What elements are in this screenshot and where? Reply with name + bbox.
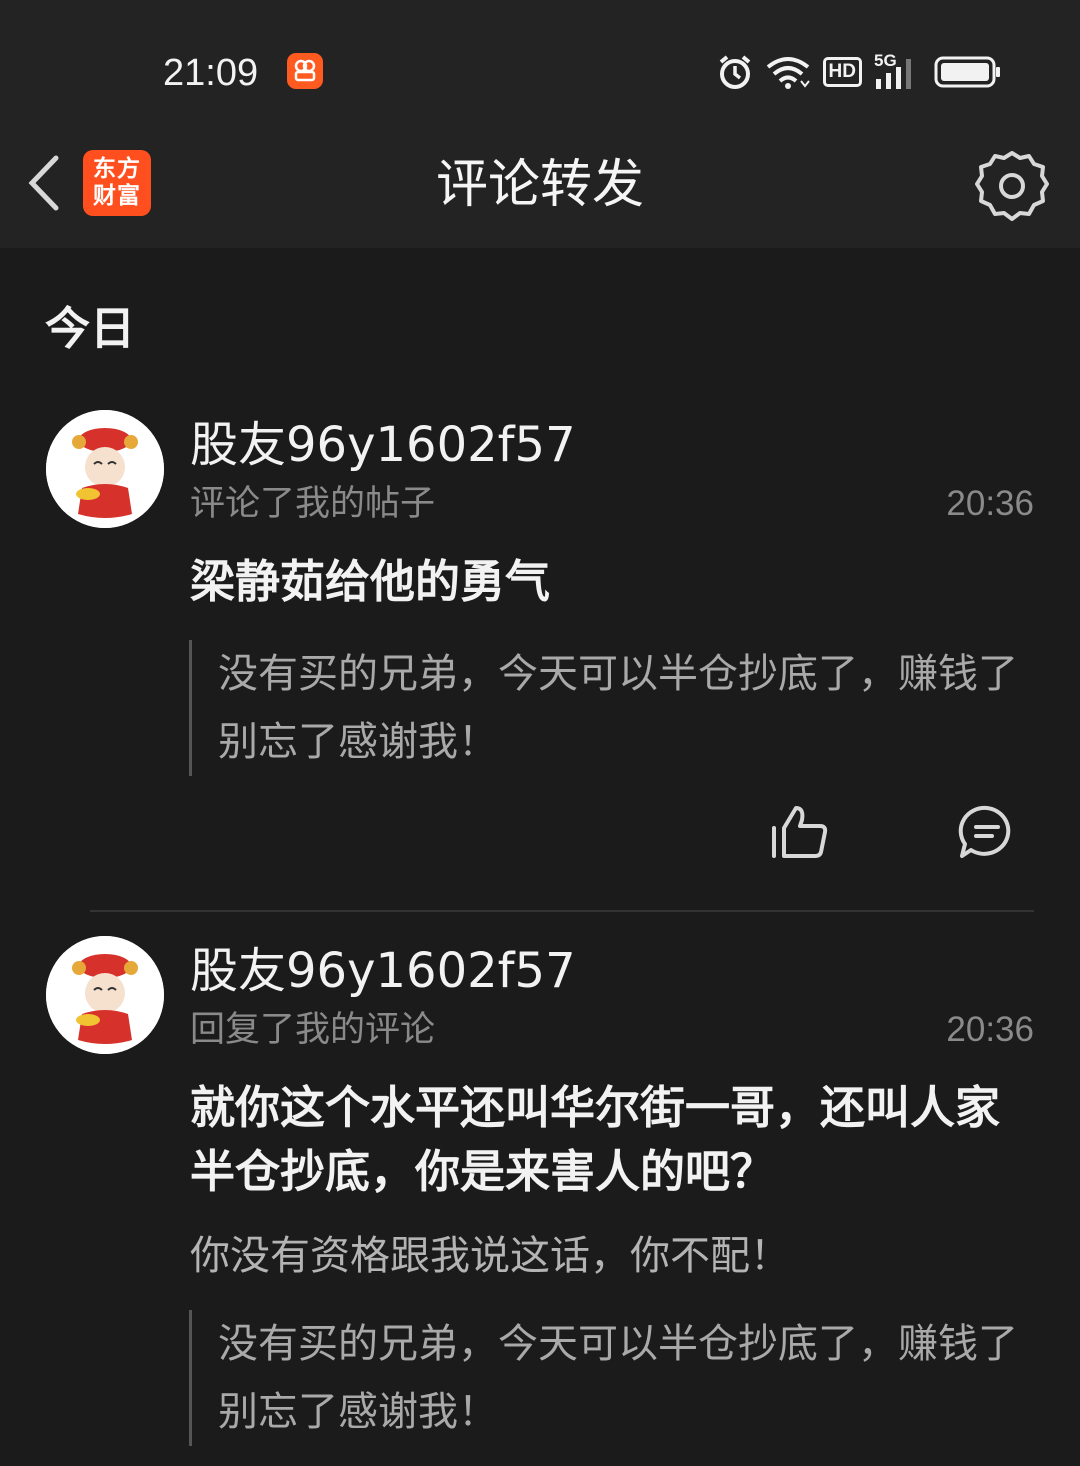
quoted-post[interactable]: 没有买的兄弟，今天可以半仓抄底了，赚钱了别忘了感谢我！ bbox=[189, 1310, 1019, 1446]
hd-icon: HD bbox=[822, 57, 862, 87]
timestamp: 20:36 bbox=[946, 484, 1034, 523]
notification-item[interactable]: 股友96y1602f57 评论了我的帖子 20:36 梁静茹给他的勇气 没有买的… bbox=[0, 410, 1080, 890]
action-text: 评论了我的帖子 bbox=[190, 484, 436, 524]
avatar[interactable] bbox=[46, 936, 164, 1054]
signal-5g-icon: 5G bbox=[874, 51, 922, 91]
app-notification-icon bbox=[287, 53, 323, 89]
timestamp: 20:36 bbox=[946, 1010, 1034, 1049]
divider bbox=[90, 910, 1034, 912]
action-text: 回复了我的评论 bbox=[190, 1010, 436, 1050]
avatar[interactable] bbox=[46, 410, 164, 528]
status-time: 21:09 bbox=[163, 52, 259, 94]
gear-icon bbox=[975, 151, 1049, 221]
reply-button[interactable] bbox=[958, 804, 1016, 860]
like-button[interactable] bbox=[770, 804, 830, 860]
username[interactable]: 股友96y1602f57 bbox=[190, 942, 576, 1000]
settings-button[interactable] bbox=[974, 148, 1050, 224]
top-bar: 21:09 HD 5G 东方 财富 评论转发 bbox=[0, 0, 1080, 248]
comment-text[interactable]: 梁静茹给他的勇气 bbox=[190, 550, 1030, 614]
page-title: 评论转发 bbox=[435, 155, 644, 215]
my-reply-text[interactable]: 你没有资格跟我说这话，你不配！ bbox=[190, 1230, 1030, 1282]
alarm-icon bbox=[719, 55, 750, 89]
wifi-icon bbox=[766, 57, 810, 89]
notification-item[interactable]: 股友96y1602f57 回复了我的评论 20:36 就你这个水平还叫华尔街一哥… bbox=[0, 936, 1080, 1466]
section-title-today: 今日 bbox=[45, 302, 136, 355]
thumbs-up-icon bbox=[772, 806, 828, 858]
comment-text[interactable]: 就你这个水平还叫华尔街一哥，还叫人家半仓抄底，你是来害人的吧？ bbox=[190, 1076, 1030, 1204]
quoted-post[interactable]: 没有买的兄弟，今天可以半仓抄底了，赚钱了别忘了感谢我！ bbox=[189, 640, 1019, 776]
status-icons: HD 5G bbox=[705, 51, 1002, 92]
fortune-god-avatar-icon bbox=[46, 410, 164, 528]
battery-icon bbox=[934, 56, 1000, 88]
comment-bubble-icon bbox=[958, 805, 1011, 858]
fortune-god-avatar-icon bbox=[46, 936, 164, 1054]
username[interactable]: 股友96y1602f57 bbox=[190, 416, 576, 474]
